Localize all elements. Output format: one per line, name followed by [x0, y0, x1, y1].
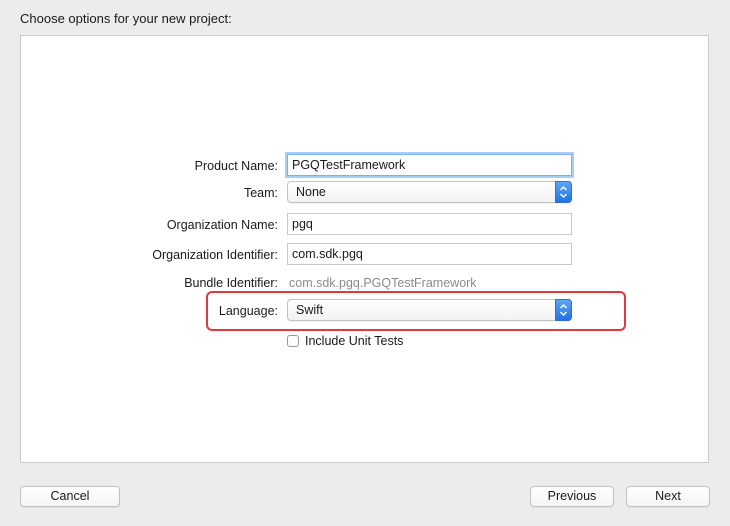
team-select[interactable]: None: [287, 181, 572, 203]
language-select[interactable]: Swift: [287, 299, 572, 321]
organization-identifier-label: Organization Identifier:: [152, 248, 278, 262]
product-name-label: Product Name:: [194, 159, 278, 173]
product-name-row: Product Name: PGQTestFramework: [0, 154, 730, 178]
cancel-button[interactable]: Cancel: [20, 486, 120, 507]
organization-identifier-input[interactable]: com.sdk.pgq: [287, 243, 572, 265]
organization-name-label: Organization Name:: [166, 218, 278, 232]
team-label: Team:: [243, 186, 278, 200]
chevron-updown-icon: [555, 299, 572, 321]
language-row: Language: Swift: [0, 299, 730, 323]
previous-button[interactable]: Previous: [530, 486, 614, 507]
team-row: Team: None: [0, 181, 730, 205]
language-select-value: Swift: [296, 303, 324, 317]
organization-name-input[interactable]: pgq: [287, 213, 572, 235]
page-heading: Choose options for your new project:: [20, 11, 232, 26]
organization-name-row: Organization Name: pgq: [0, 213, 730, 237]
include-unit-tests-checkbox[interactable]: [287, 335, 299, 347]
language-label: Language:: [218, 304, 278, 318]
organization-identifier-row: Organization Identifier: com.sdk.pgq: [0, 243, 730, 267]
next-button[interactable]: Next: [626, 486, 710, 507]
team-select-value: None: [296, 185, 326, 199]
chevron-updown-icon: [555, 181, 572, 203]
product-name-input[interactable]: PGQTestFramework: [287, 154, 572, 176]
include-unit-tests-label[interactable]: Include Unit Tests: [305, 333, 403, 350]
